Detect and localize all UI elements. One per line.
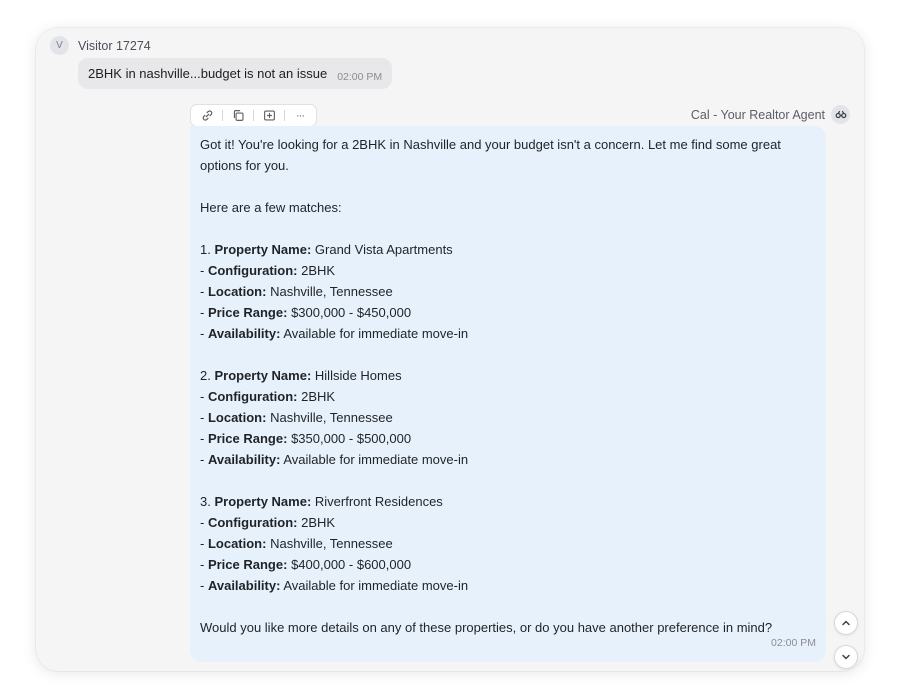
visitor-name: Visitor 17274 [78,38,151,53]
property-availability-line: - Availability: Available for immediate … [200,326,469,341]
agent-intro: Got it! You're looking for a 2BHK in Nas… [200,137,781,173]
property-price-line: - Price Range: $300,000 - $450,000 [200,305,412,320]
agent-avatar [831,105,850,124]
chevron-up-icon [842,620,850,626]
property-name-line: 3. Property Name: Riverfront Residences [200,494,443,509]
property-listing: 1. Property Name: Grand Vista Apartments… [200,239,816,344]
property-configuration-line: - Configuration: 2BHK [200,389,336,404]
agent-header: Cal - Your Realtor Agent [691,105,850,124]
visitor-message-text: 2BHK in nashville...budget is not an iss… [88,66,328,81]
property-location-line: - Location: Nashville, Tennessee [200,410,393,425]
agent-name: Cal - Your Realtor Agent [690,107,825,122]
chevron-down-icon [842,654,850,660]
visitor-message-bubble: 2BHK in nashville...budget is not an iss… [78,58,393,89]
add-note-icon[interactable] [261,108,277,124]
property-location-line: - Location: Nashville, Tennessee [200,536,393,551]
bot-icon [835,110,846,118]
property-name-line: 2. Property Name: Hillside Homes [200,368,402,383]
agent-closing: Would you like more details on any of th… [200,620,773,635]
property-availability-line: - Availability: Available for immediate … [200,452,469,467]
visitor-avatar: V [50,36,69,55]
toolbar-divider [284,110,285,121]
property-listing: 2. Property Name: Hillside Homes - Confi… [200,365,816,470]
visitor-header: V Visitor 17274 [50,36,151,55]
property-price-line: - Price Range: $400,000 - $600,000 [200,557,412,572]
property-configuration-line: - Configuration: 2BHK [200,515,336,530]
property-listing: 3. Property Name: Riverfront Residences … [200,491,816,596]
chat-panel: V Visitor 17274 2BHK in nashville...budg… [36,28,864,671]
property-configuration-line: - Configuration: 2BHK [200,263,336,278]
property-availability-line: - Availability: Available for immediate … [200,578,469,593]
property-location-line: - Location: Nashville, Tennessee [200,284,393,299]
scroll-up-button[interactable] [834,611,858,635]
visitor-message-time: 02:00 PM [337,70,383,83]
copy-icon[interactable] [230,108,246,124]
link-icon[interactable] [199,108,215,124]
scroll-down-button[interactable] [834,645,858,669]
toolbar-divider [222,110,223,121]
property-name-line: 1. Property Name: Grand Vista Apartments [200,242,453,257]
agent-message-time: 02:00 PM [771,637,816,649]
property-price-line: - Price Range: $350,000 - $500,000 [200,431,412,446]
message-toolbar: ··· [190,104,317,127]
toolbar-divider [253,110,254,121]
matches-heading: Here are a few matches: [200,200,342,215]
more-icon[interactable]: ··· [292,108,308,124]
agent-message-bubble: Got it! You're looking for a 2BHK in Nas… [190,126,826,662]
